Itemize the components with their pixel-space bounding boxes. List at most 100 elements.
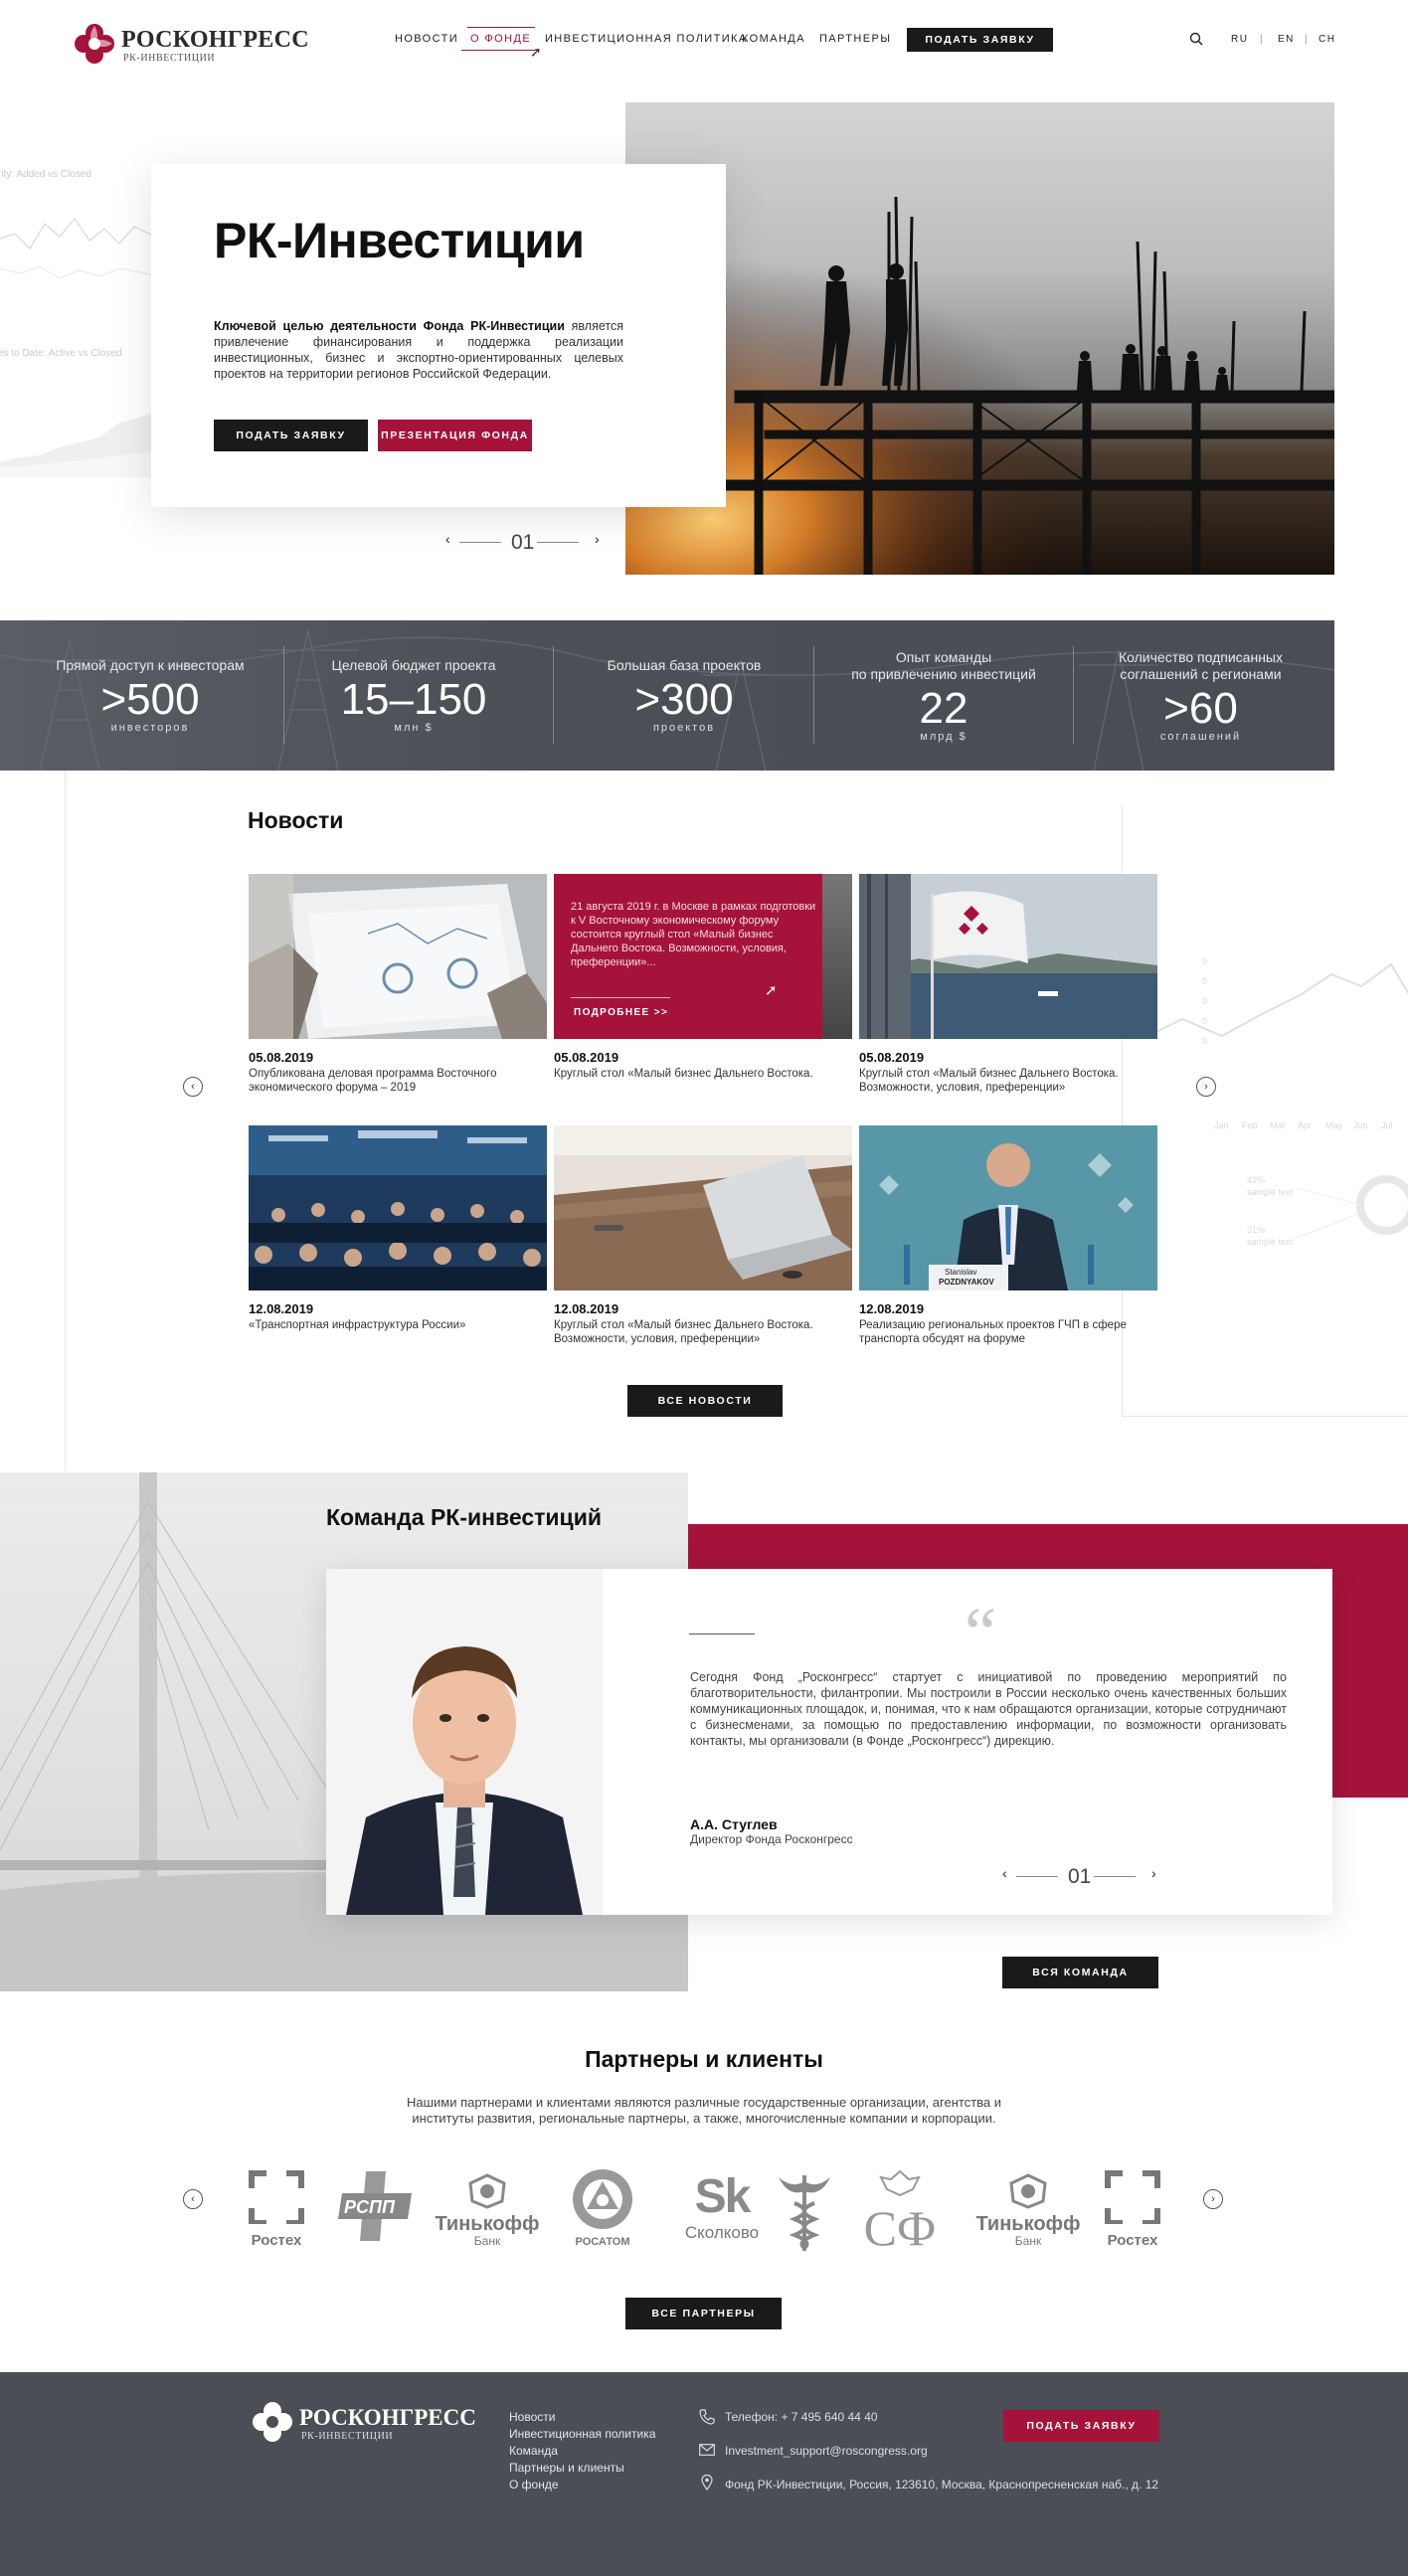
- partner-name: РОСАТОМ: [575, 2236, 630, 2248]
- nav-team[interactable]: КОМАНДА: [742, 33, 805, 45]
- lang-separator: |: [1305, 34, 1310, 45]
- news-text: Круглый стол «Малый бизнес Дальнего Вост…: [554, 1319, 813, 1345]
- team-prev-arrow-icon[interactable]: ‹: [1002, 1865, 1007, 1881]
- lang-ru[interactable]: RU: [1231, 34, 1248, 45]
- partner-logo-skolkovo[interactable]: Sk Сколково: [674, 2173, 770, 2253]
- footer-apply-button[interactable]: ПОДАТЬ ЗАЯВКУ: [1003, 2410, 1159, 2442]
- news-date: 05.08.2019: [859, 1050, 925, 1065]
- lang-en[interactable]: EN: [1278, 34, 1295, 45]
- footer-link-news[interactable]: Новости: [509, 2410, 555, 2424]
- partner-logo-rspp[interactable]: РСПП: [336, 2169, 416, 2244]
- partner-logo-caduceus[interactable]: [775, 2167, 834, 2253]
- news-card[interactable]: 05.08.2019 Круглый стол «Малый бизнес Да…: [859, 874, 1157, 1095]
- footer-phone[interactable]: Телефон: + 7 495 640 44 40: [725, 2410, 878, 2424]
- brand-subname: РК-ИНВЕСТИЦИИ: [123, 53, 216, 64]
- quote-mark-icon: “: [965, 1593, 996, 1672]
- news-date: 05.08.2019: [249, 1050, 314, 1065]
- hero-prev-arrow-icon[interactable]: ‹: [445, 531, 450, 547]
- all-news-button[interactable]: ВСЕ НОВОСТИ: [627, 1385, 783, 1417]
- partner-logo-rostec[interactable]: Ростех: [1100, 2170, 1165, 2250]
- roscongress-logo-icon: [253, 2402, 292, 2442]
- news-frame-right: 0 0 0 0 0 Jan Feb Mar Apr May Jun Jul 42% sample te…: [1122, 805, 1408, 1417]
- partner-logo-rostec[interactable]: Ростех: [244, 2170, 309, 2250]
- svg-text:Apr: Apr: [1298, 1120, 1312, 1130]
- hero-presentation-button[interactable]: ПРЕЗЕНТАЦИЯ ФОНДА: [378, 420, 532, 451]
- footer-link-team[interactable]: Команда: [509, 2444, 558, 2458]
- mouse-cursor-icon: ➚: [765, 982, 778, 999]
- rosatom-logo-icon: [573, 2169, 632, 2229]
- nav-active-overline: [467, 27, 535, 28]
- bg-chart-title: rity: Added vs Closed: [0, 169, 91, 180]
- news-image: Stanislav POZDNYAKOV: [859, 1125, 1157, 1290]
- svg-text:42%: 42%: [1247, 1175, 1265, 1185]
- team-slide-number: 01: [1068, 1865, 1092, 1888]
- footer-link-about[interactable]: О фонде: [509, 2478, 559, 2491]
- hero-image: [625, 102, 1334, 575]
- email-icon: [699, 2444, 715, 2456]
- partners-title: Партнеры и клиенты: [585, 2046, 823, 2072]
- news-text: Круглый стол «Малый бизнес Дальнего Вост…: [859, 1068, 1119, 1094]
- roscongress-logo-icon: [75, 24, 114, 64]
- news-text: Реализацию региональных проектов ГЧП в с…: [859, 1319, 1127, 1345]
- footer-link-partners[interactable]: Партнеры и клиенты: [509, 2461, 624, 2475]
- hero-next-arrow-icon[interactable]: ›: [595, 531, 600, 547]
- partner-logo-rosatom[interactable]: РОСАТОМ: [564, 2167, 641, 2253]
- partner-subname: Банк: [473, 2234, 501, 2248]
- hero-card: РК-Инвестиции Ключевой целью деятельност…: [151, 164, 726, 507]
- search-icon[interactable]: [1189, 32, 1203, 46]
- nav-news[interactable]: НОВОСТИ: [395, 33, 458, 45]
- team-next-arrow-icon[interactable]: ›: [1151, 1865, 1156, 1881]
- caduceus-logo-icon: [779, 2175, 830, 2251]
- nav-about[interactable]: О ФОНДЕ: [470, 33, 531, 45]
- news-card[interactable]: 12.08.2019 «Транспортная инфраструктура …: [249, 1125, 547, 1332]
- conference-photo: [249, 1125, 547, 1290]
- partner-logo-tinkoff[interactable]: Тинькофф Банк: [974, 2173, 1082, 2253]
- team-slider-line: [1094, 1876, 1136, 1877]
- all-team-button[interactable]: ВСЯ КОМАНДА: [1002, 1957, 1158, 1988]
- svg-text:0: 0: [1202, 1016, 1207, 1026]
- partners-next-arrow-icon[interactable]: ›: [1203, 2189, 1223, 2209]
- name-badge-last: POZDNYAKOV: [939, 1278, 994, 1287]
- bg-analytics-graphic: 0 0 0 0 0 Jan Feb Mar Apr May Jun Jul 42% sample te…: [1151, 956, 1408, 1247]
- partner-logo-tinkoff[interactable]: Тинькофф Банк: [434, 2173, 541, 2253]
- partner-logo-sf[interactable]: СФ: [853, 2167, 947, 2254]
- news-title: Новости: [248, 807, 344, 833]
- stat-value: 22: [919, 683, 968, 733]
- svg-text:0: 0: [1202, 996, 1207, 1006]
- bg-chart-title: es to Date: Active vs Closed: [0, 348, 122, 359]
- news-next-arrow-icon[interactable]: ›: [1196, 1077, 1216, 1097]
- news-featured-text: 21 августа 2019 г. в Москве в рамках под…: [571, 901, 816, 968]
- svg-text:Jan: Jan: [1214, 1120, 1229, 1130]
- partner-name: Тинькофф: [435, 2213, 540, 2235]
- svg-text:Jun: Jun: [1353, 1120, 1368, 1130]
- nav-partners[interactable]: ПАРТНЕРЫ: [819, 33, 891, 45]
- header-apply-button[interactable]: ПОДАТЬ ЗАЯВКУ: [907, 28, 1053, 52]
- footer-brand-logo[interactable]: РОСКОНГРЕСС РК-ИНВЕСТИЦИИ: [252, 2400, 476, 2446]
- news-card-featured[interactable]: 21 августа 2019 г. в Москве в рамках под…: [554, 874, 852, 1081]
- news-frame-left: [65, 771, 66, 1471]
- stat-label: Целевой бюджет проекта: [331, 657, 496, 673]
- brand-logo[interactable]: РОСКОНГРЕСС РК-ИНВЕСТИЦИИ: [74, 22, 309, 68]
- stat-value: >500: [100, 675, 200, 724]
- news-date: 12.08.2019: [554, 1301, 619, 1316]
- svg-text:Feb: Feb: [1242, 1120, 1258, 1130]
- partners-prev-arrow-icon[interactable]: ‹: [183, 2189, 203, 2209]
- bg-line-chart: [0, 218, 151, 279]
- news-read-more-link[interactable]: ПОДРОБНЕЕ >>: [574, 1007, 668, 1018]
- news-card[interactable]: Stanislav POZDNYAKOV 12.08.2019 Реализац…: [859, 1125, 1157, 1346]
- news-card[interactable]: 12.08.2019 Круглый стол «Малый бизнес Да…: [554, 1125, 852, 1346]
- hero-slider-line: [537, 542, 579, 543]
- news-card[interactable]: 05.08.2019 Опубликована деловая программ…: [249, 874, 547, 1095]
- stat-budget: Целевой бюджет проекта 15–150 млн $: [284, 620, 543, 771]
- partner-name: РСПП: [344, 2197, 396, 2217]
- news-image: [554, 1125, 852, 1290]
- news-image: [249, 1125, 547, 1290]
- news-date: 12.08.2019: [249, 1301, 314, 1316]
- footer-email[interactable]: Investment_support@roscongress.org: [725, 2444, 928, 2458]
- news-prev-arrow-icon[interactable]: ‹: [183, 1077, 203, 1097]
- hero-apply-button[interactable]: ПОДАТЬ ЗАЯВКУ: [214, 420, 368, 451]
- all-partners-button[interactable]: ВСЕ ПАРТНЕРЫ: [625, 2298, 782, 2329]
- footer-link-investment-policy[interactable]: Инвестиционная политика: [509, 2427, 655, 2441]
- lang-ch[interactable]: CH: [1319, 34, 1335, 45]
- nav-investment-policy[interactable]: ИНВЕСТИЦИОННАЯ ПОЛИТИКА: [545, 33, 748, 45]
